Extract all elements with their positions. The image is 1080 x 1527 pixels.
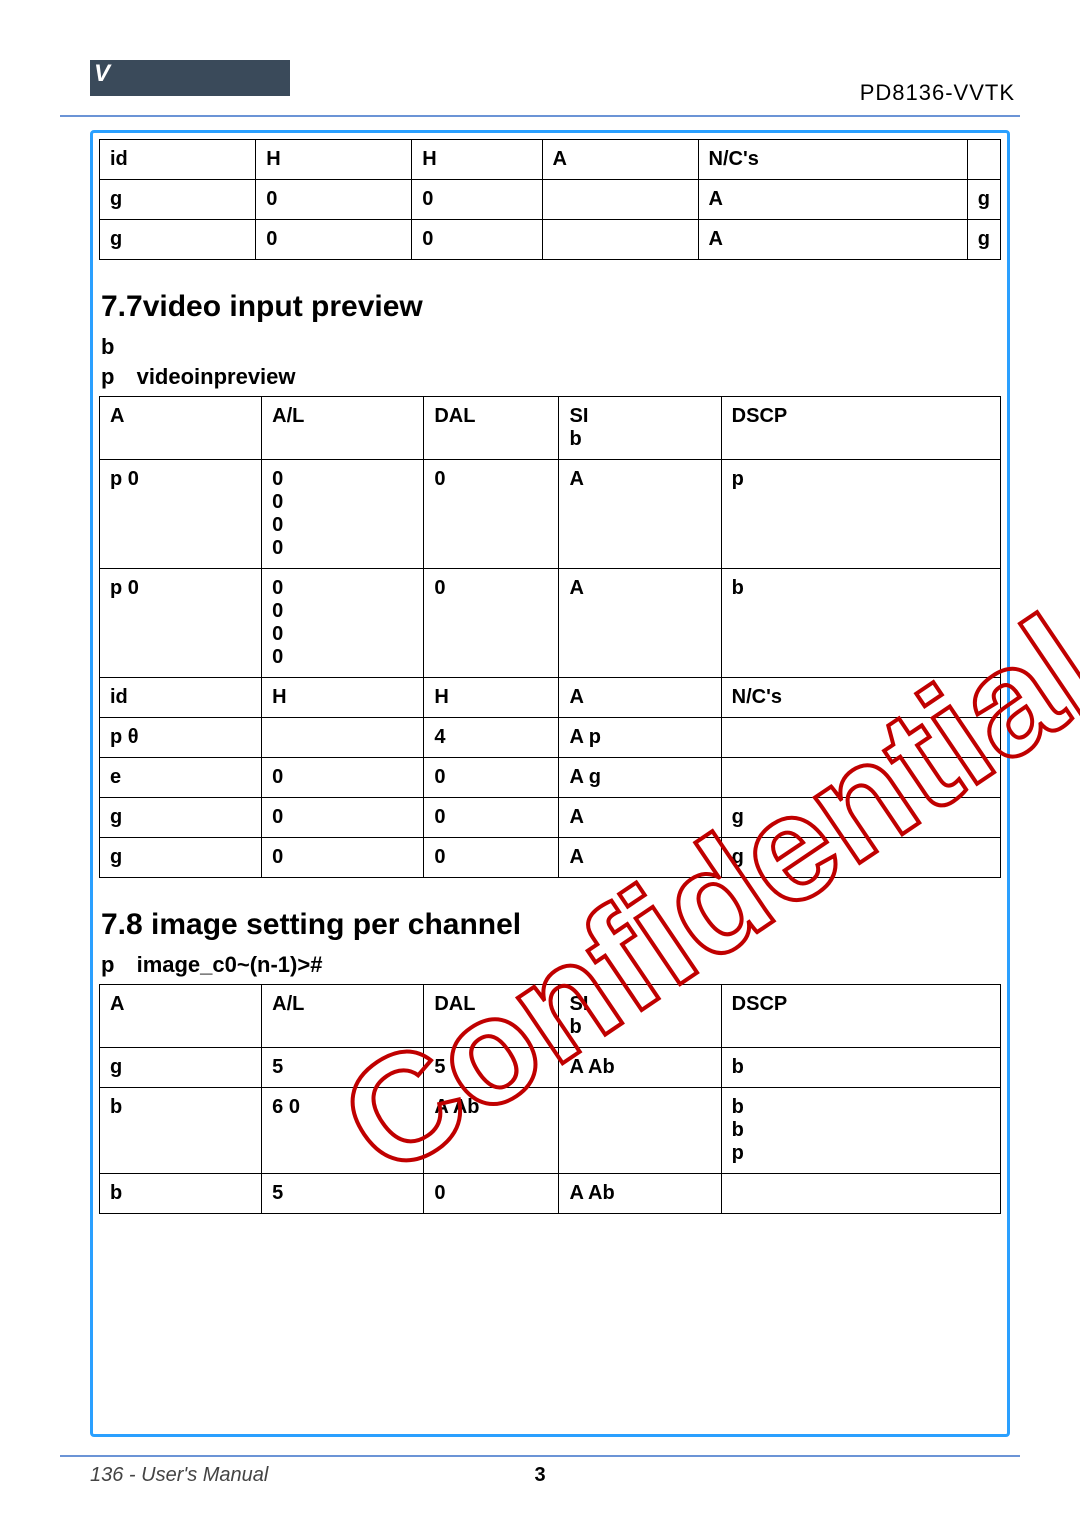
- header-rule: [60, 115, 1020, 117]
- section-77-sub: b: [101, 334, 1001, 360]
- table-row: id H H A N/C's: [100, 140, 1001, 180]
- table-77: A A/L DAL SI b DSCP p 00 0 0 00Ap p 00 0…: [99, 396, 1001, 878]
- table-row: A A/L DAL SI b DSCP: [100, 985, 1001, 1048]
- table-row: p θ4A p: [100, 718, 1001, 758]
- section-77-title: 7.7video input preview: [101, 290, 1001, 324]
- brand-char: V: [90, 60, 110, 87]
- model-number: PD8136-VVTK: [860, 80, 1015, 106]
- table-row: idHHAN/C's: [100, 678, 1001, 718]
- section-78-group: p image_c0~(n-1)>#: [101, 952, 1001, 978]
- table-row: g 0 0 A g: [100, 220, 1001, 260]
- table-78: A A/L DAL SI b DSCP g55A Abb b6 0A Abb b…: [99, 984, 1001, 1214]
- table-row: A A/L DAL SI b DSCP: [100, 397, 1001, 460]
- table-row: g00Ag: [100, 838, 1001, 878]
- table-row: g 0 0 A g: [100, 180, 1001, 220]
- table-row: p 00 0 0 00Ap: [100, 460, 1001, 569]
- table-row: b6 0A Abb b p: [100, 1088, 1001, 1174]
- table-row: g55A Abb: [100, 1048, 1001, 1088]
- table-row: e00A g: [100, 758, 1001, 798]
- footer-center: 3: [0, 1464, 1080, 1487]
- section-78-title: 7.8 image setting per channel: [101, 908, 1001, 942]
- top-table: id H H A N/C's g 0 0 A g g 0 0 A: [99, 139, 1001, 260]
- brand-bar: V: [90, 60, 290, 96]
- table-row: p 00 0 0 00Ab: [100, 569, 1001, 678]
- table-row: g00Ag: [100, 798, 1001, 838]
- section-77-group: p videoinpreview: [101, 364, 1001, 390]
- content-frame: id H H A N/C's g 0 0 A g g 0 0 A: [90, 130, 1010, 1437]
- footer-rule: [60, 1455, 1020, 1457]
- page: V PD8136-VVTK id H H A N/C's g 0 0 A g: [0, 0, 1080, 1527]
- table-row: b50A Ab: [100, 1174, 1001, 1214]
